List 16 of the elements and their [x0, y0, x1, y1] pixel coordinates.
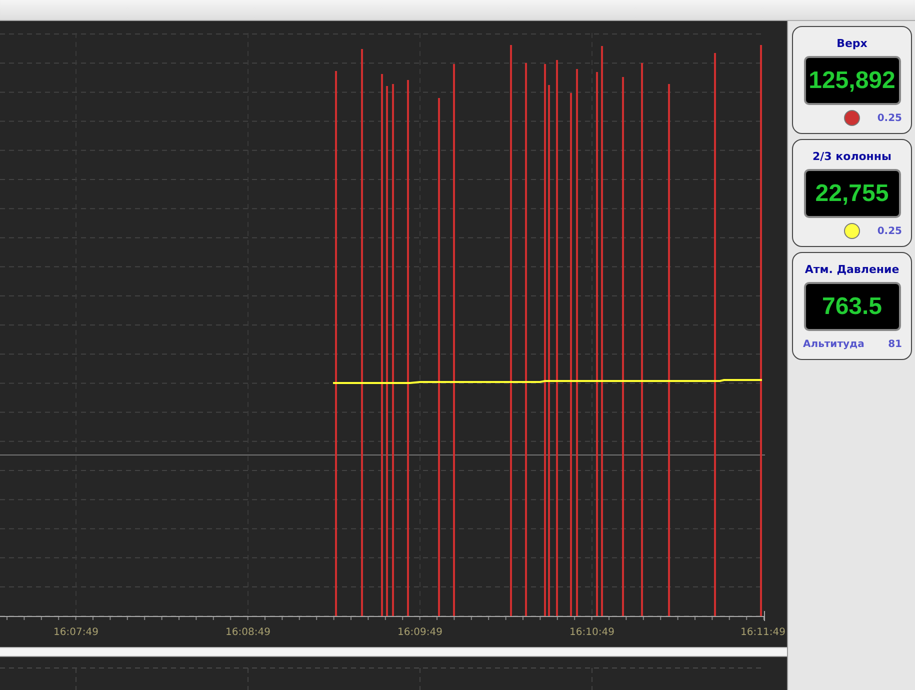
value-display: 763.5	[804, 282, 900, 331]
axis-label: 16:07:49	[54, 627, 98, 638]
splitter-bar[interactable]	[0, 647, 787, 657]
sensor-title: Атм. Давление	[804, 263, 900, 277]
axis-label: 16:10:49	[570, 627, 614, 638]
caption-label: Альтитуда	[803, 338, 864, 350]
value-display: 22,755	[804, 169, 900, 218]
reading-value: 0.25	[877, 112, 902, 124]
reading-value: 81	[888, 338, 902, 350]
sensor-title: Верх	[836, 37, 868, 51]
axis-label: 16:09:49	[398, 627, 442, 638]
value-display: 125,892	[804, 56, 900, 105]
reading-value: 0.25	[877, 226, 902, 236]
sensor-title: 2/3 колонны	[812, 150, 892, 164]
axis-label: 16:11:49	[740, 627, 786, 638]
axis-label: 16:08:49	[226, 627, 270, 638]
